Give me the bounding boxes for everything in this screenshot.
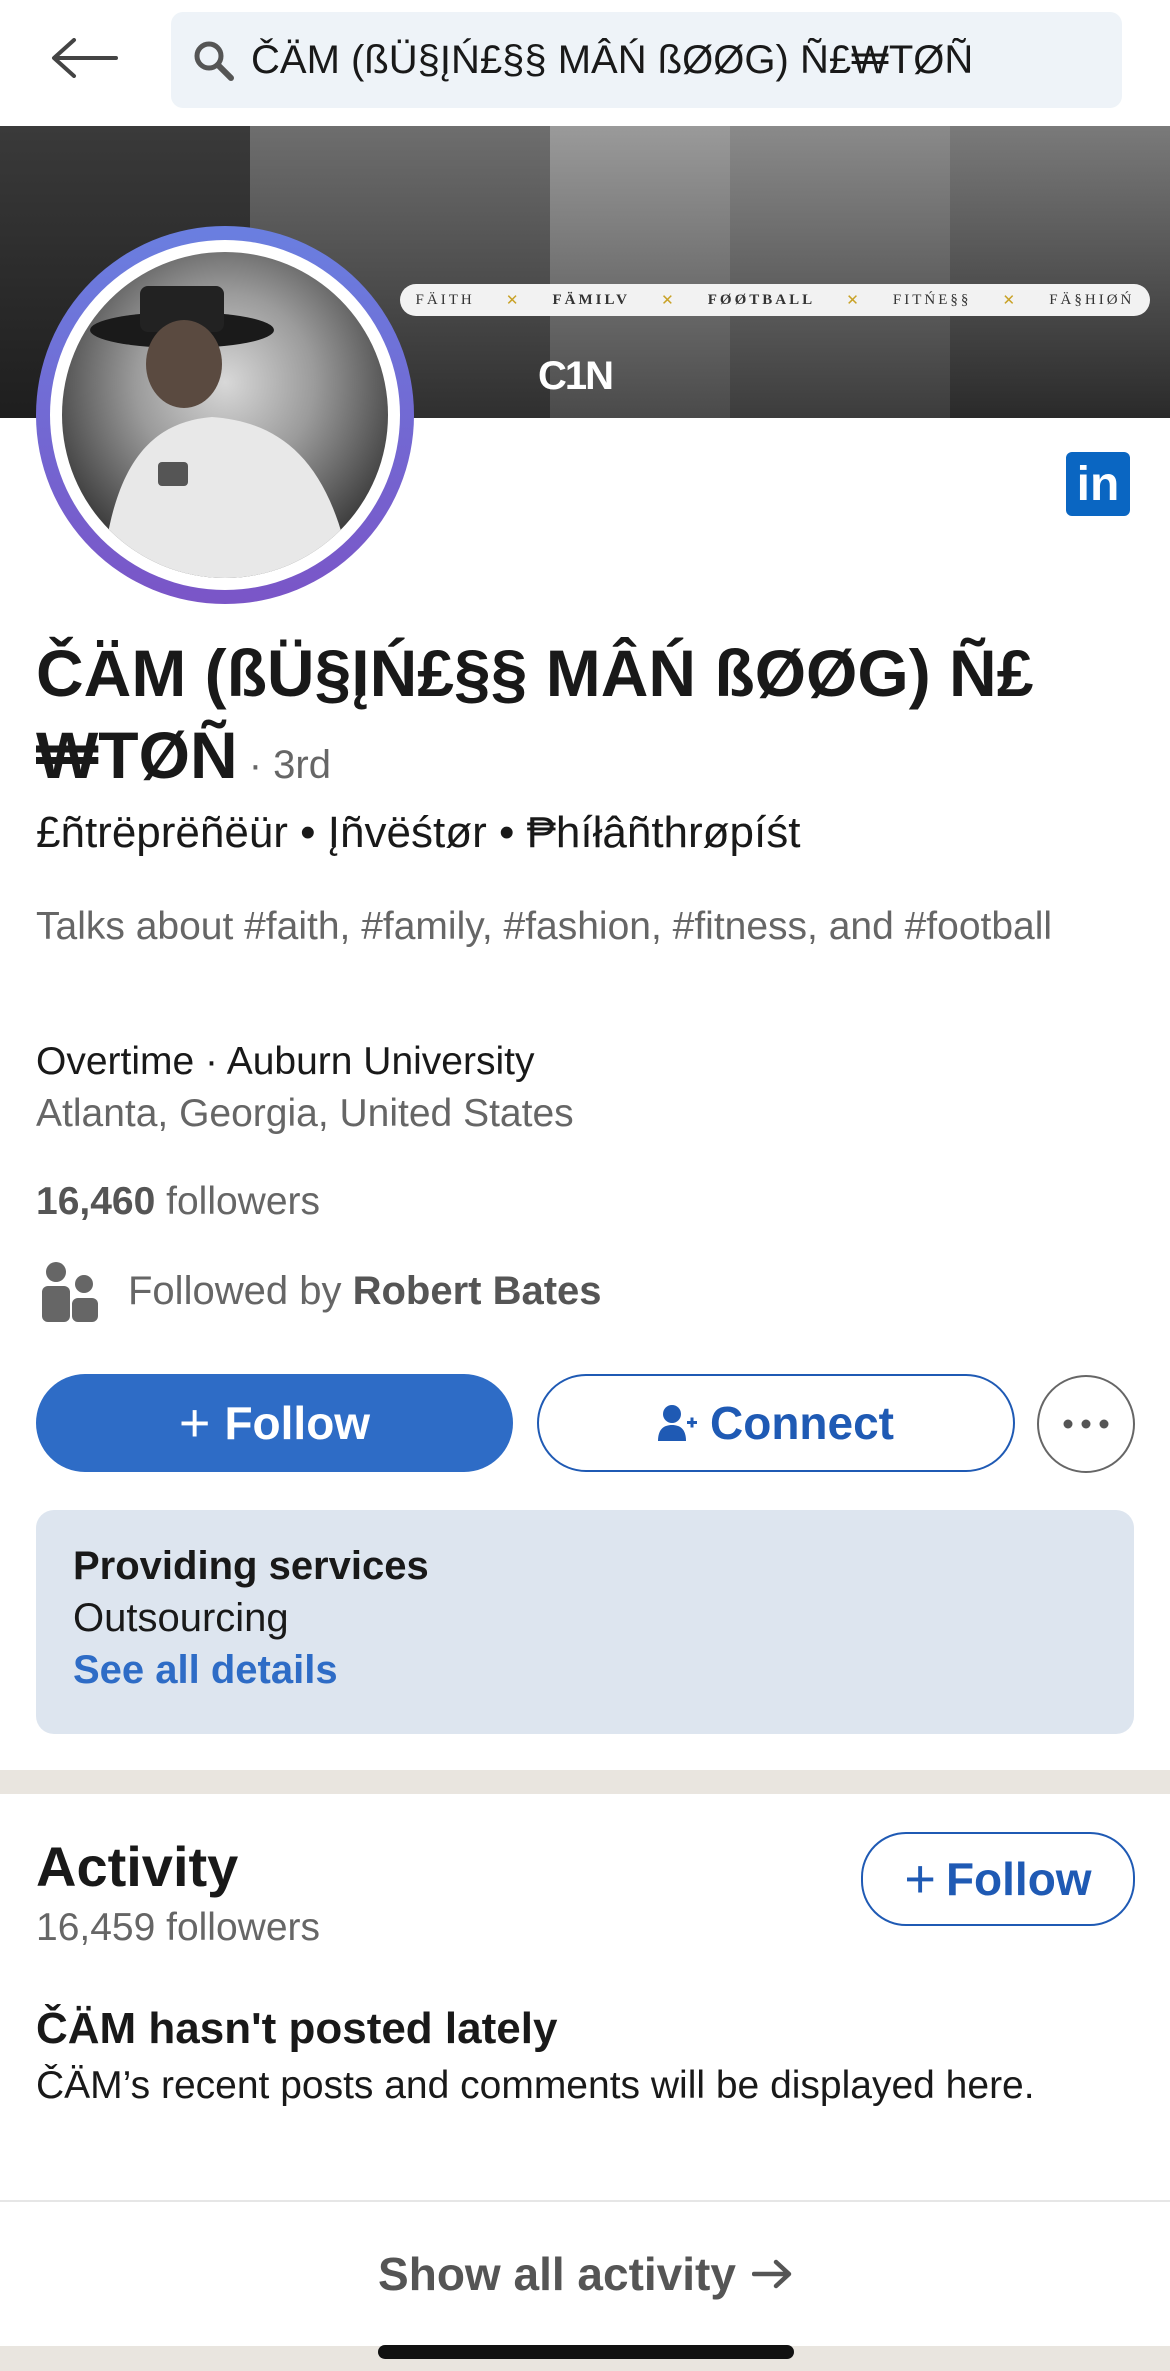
tagline-word: FÄ§HIØŃ bbox=[1049, 291, 1135, 308]
linkedin-logo-icon: in bbox=[1066, 452, 1130, 516]
see-all-details-link[interactable]: See all details bbox=[73, 1648, 338, 1693]
followers-label: followers bbox=[155, 1180, 321, 1223]
followed-by-label: Followed by bbox=[128, 1268, 353, 1313]
mutual-follower-name[interactable]: Robert Bates bbox=[353, 1269, 602, 1313]
search-icon bbox=[183, 30, 243, 90]
mutual-follower[interactable]: Followed by Robert Bates bbox=[36, 1258, 602, 1324]
profile-headline: £ñtrëprëñëür • Įñvëśtør • ₱híłâñthrøpíśt bbox=[36, 808, 801, 857]
home-indicator[interactable] bbox=[378, 2345, 794, 2359]
tagline-separator: ✕ bbox=[846, 292, 862, 309]
arrow-right-icon bbox=[751, 2258, 792, 2290]
profile-name: ČÄM (ßÜ§ĮŃ£§§ MÂŃ ßØØG) Ñ£₩TØÑ · 3rd bbox=[36, 632, 1126, 806]
profile-org[interactable]: Overtime · Auburn University bbox=[36, 1040, 535, 1084]
banner-monogram: C1N bbox=[538, 354, 614, 398]
activity-follow-label: Follow bbox=[945, 1853, 1092, 1905]
followers-count: 16,460 followers bbox=[36, 1180, 320, 1224]
no-posts-subtitle: ČÄM’s recent posts and comments will be … bbox=[36, 2064, 1035, 2107]
tagline-word: FITŃE§§ bbox=[892, 291, 972, 308]
activity-title: Activity bbox=[36, 1835, 239, 1898]
show-all-activity-link[interactable]: Show all activity bbox=[0, 2240, 1170, 2308]
banner-tagline: FÄITH ✕ FÄMILV ✕ FØØTBALL ✕ FITŃE§§ ✕ FÄ… bbox=[400, 284, 1150, 316]
show-all-activity-label: Show all activity bbox=[378, 2248, 736, 2300]
activity-follow-button[interactable]: + Follow bbox=[861, 1832, 1135, 1926]
top-bar: ČÄM (ßÜ§ĮŃ£§§ MÂŃ ßØØG) Ñ£₩TØÑ bbox=[0, 0, 1170, 126]
services-value: Outsourcing bbox=[73, 1596, 289, 1640]
people-icon bbox=[36, 1258, 102, 1324]
section-divider bbox=[0, 1770, 1170, 1794]
plus-icon: + bbox=[904, 1849, 936, 1909]
follow-button[interactable]: + Follow bbox=[36, 1374, 513, 1472]
plus-icon: + bbox=[178, 1393, 211, 1453]
tagline-separator: ✕ bbox=[1002, 292, 1019, 309]
follow-label: Follow bbox=[224, 1397, 371, 1449]
connection-degree: · 3rd bbox=[237, 743, 331, 787]
services-card[interactable]: Providing services Outsourcing See all d… bbox=[36, 1510, 1134, 1734]
tagline-word: FÄITH bbox=[415, 291, 475, 308]
tagline-separator: ✕ bbox=[505, 292, 522, 309]
tagline-word: FØØTBALL bbox=[707, 291, 816, 308]
back-arrow-icon[interactable] bbox=[44, 26, 124, 90]
tagline-word: FÄMILV bbox=[552, 291, 630, 308]
profile-location: Atlanta, Georgia, United States bbox=[36, 1092, 574, 1135]
avatar-photo bbox=[62, 252, 388, 578]
search-bar[interactable]: ČÄM (ßÜ§ĮŃ£§§ MÂŃ ßØØG) Ñ£₩TØÑ bbox=[171, 12, 1122, 108]
followers-number: 16,460 bbox=[36, 1180, 156, 1223]
tagline-separator: ✕ bbox=[661, 292, 677, 309]
search-query[interactable]: ČÄM (ßÜ§ĮŃ£§§ MÂŃ ßØØG) Ñ£₩TØÑ bbox=[251, 38, 973, 83]
ellipsis-icon bbox=[1063, 1419, 1109, 1429]
more-options-button[interactable] bbox=[1037, 1375, 1135, 1473]
talks-about: Talks about #faith, #family, #fashion, #… bbox=[36, 905, 1053, 948]
add-person-icon bbox=[658, 1403, 698, 1443]
activity-followers: 16,459 followers bbox=[36, 1906, 321, 1949]
connect-button[interactable]: Connect bbox=[537, 1374, 1015, 1472]
profile-name-text: ČÄM (ßÜ§ĮŃ£§§ MÂŃ ßØØG) Ñ£₩TØÑ bbox=[36, 636, 1034, 792]
connect-label: Connect bbox=[710, 1397, 894, 1449]
profile-avatar[interactable] bbox=[36, 226, 414, 604]
services-title: Providing services bbox=[73, 1544, 429, 1588]
no-posts-title: ČÄM hasn't posted lately bbox=[36, 2004, 558, 2053]
divider-line bbox=[0, 2200, 1170, 2202]
